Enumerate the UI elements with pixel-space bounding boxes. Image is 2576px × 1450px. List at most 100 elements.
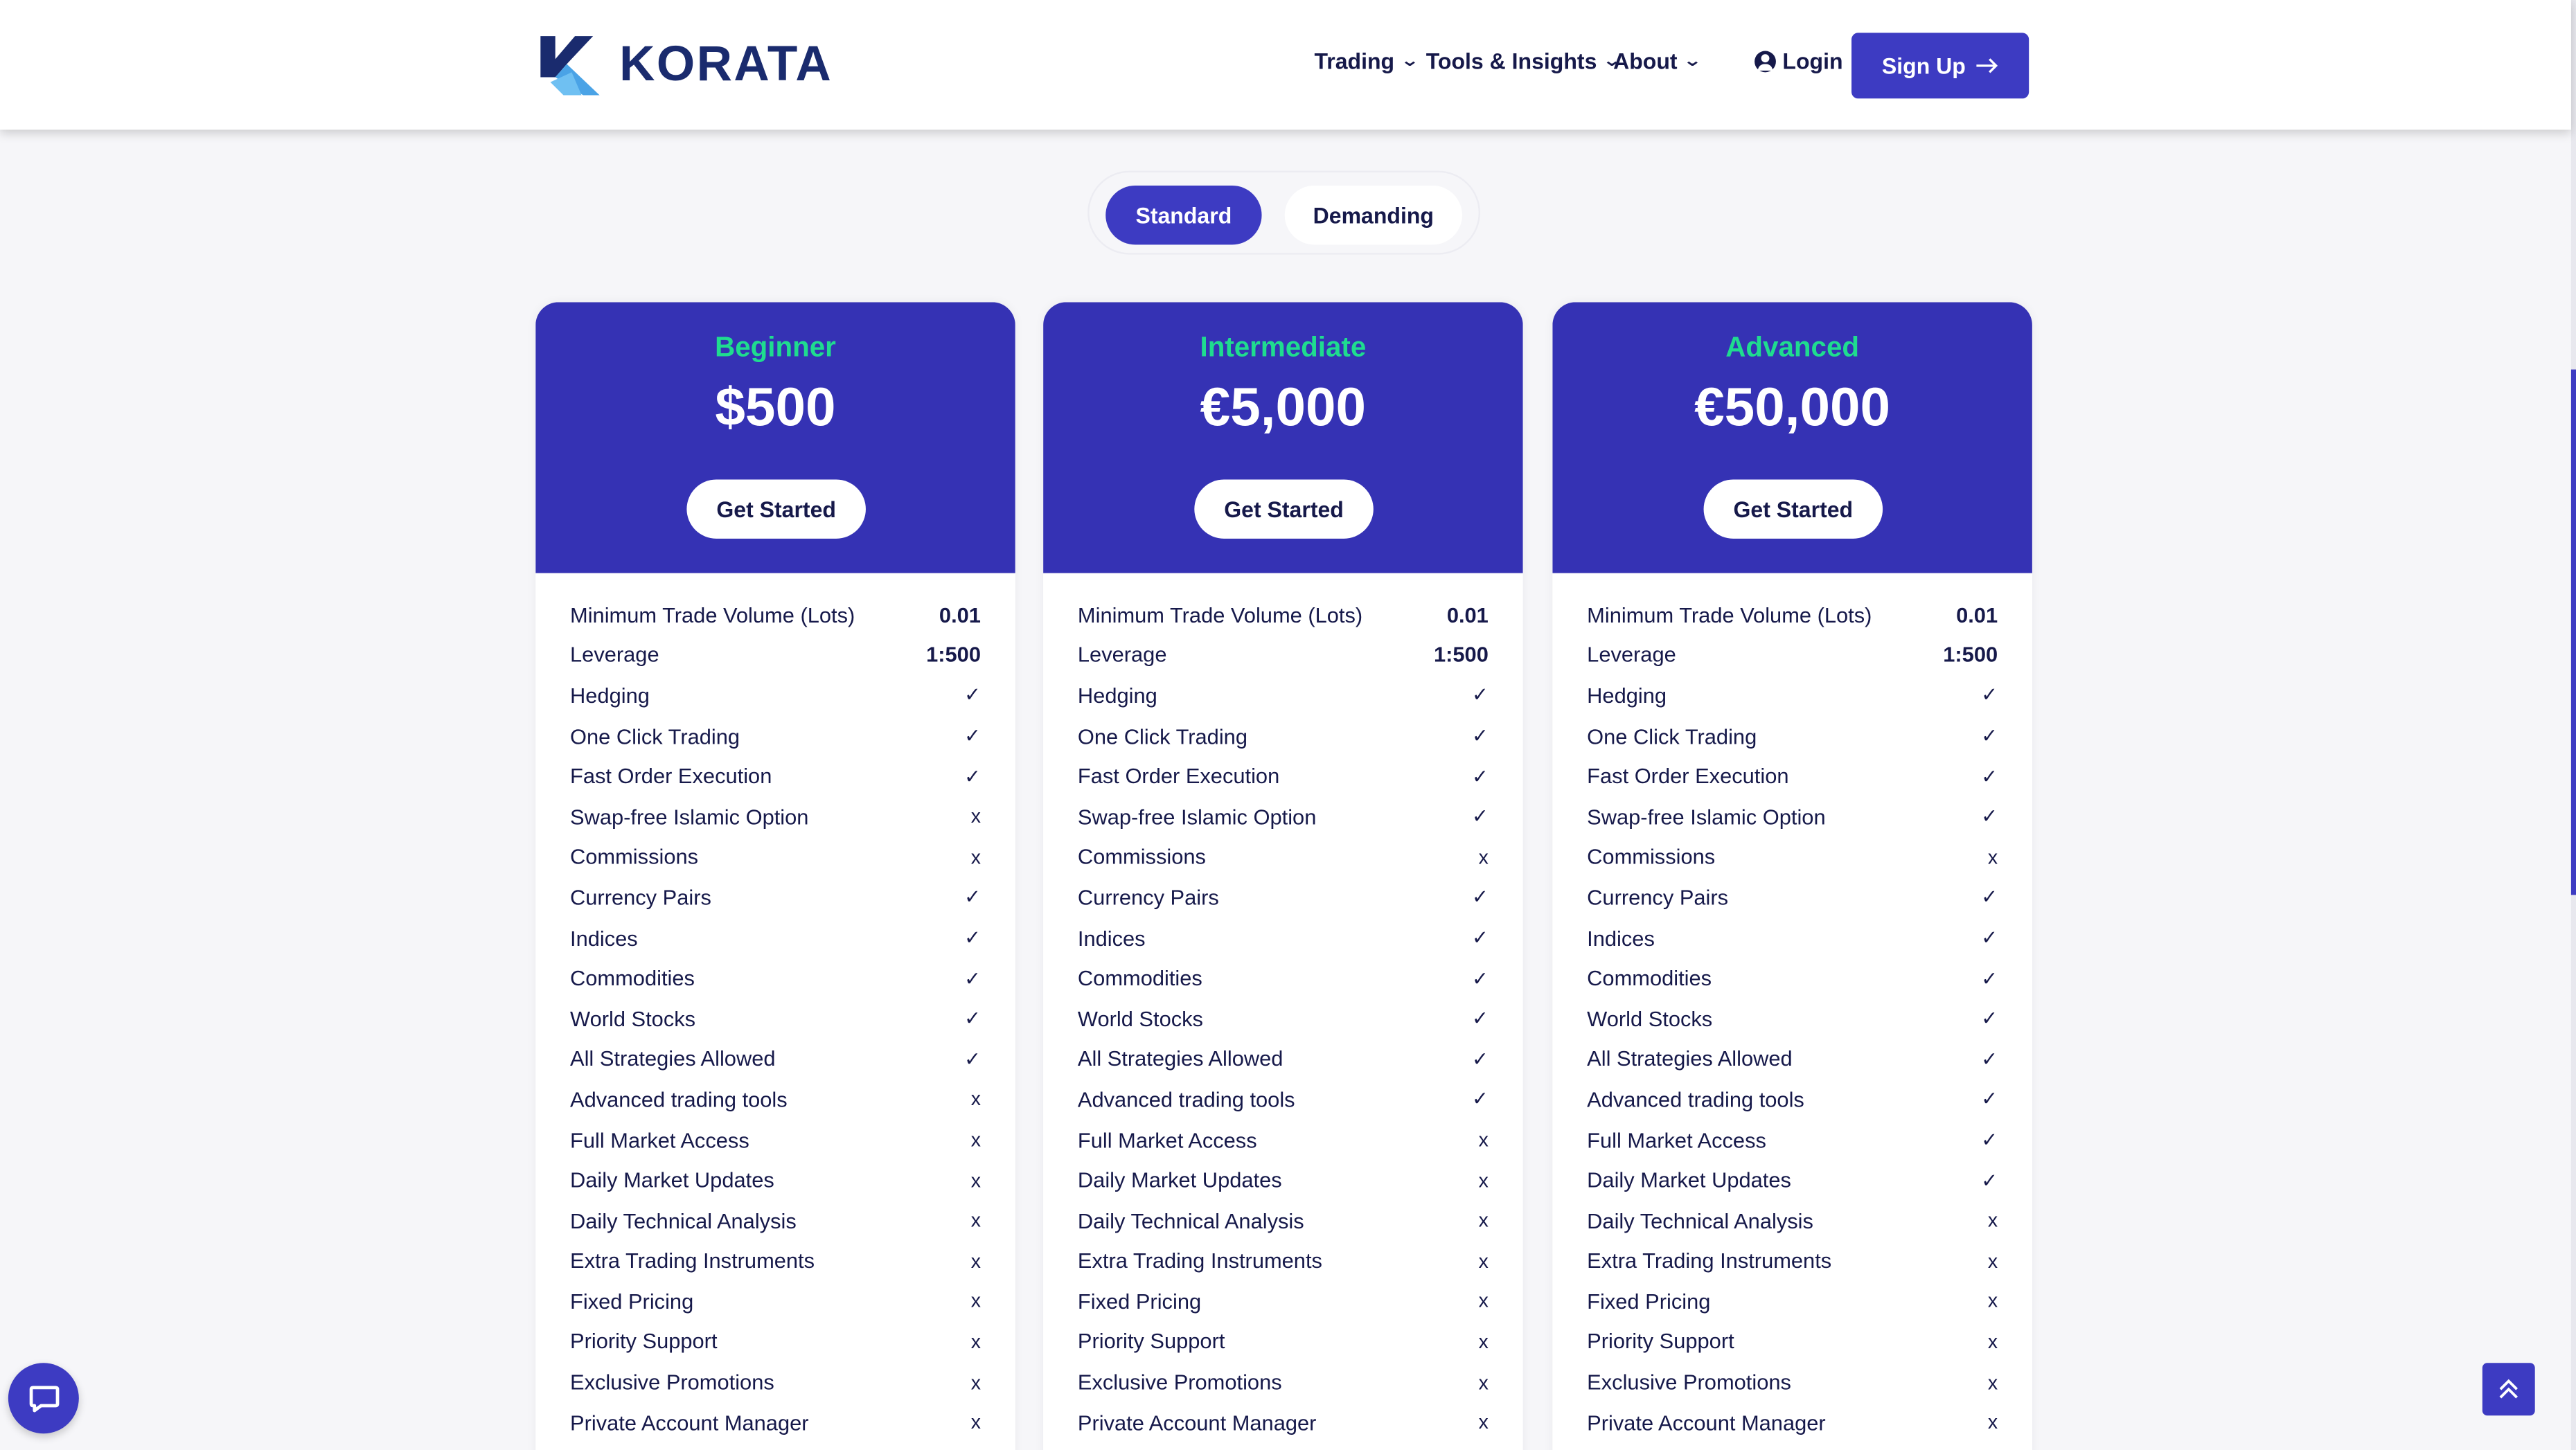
feature-row: Full Market Access ✓ [1587, 1120, 1998, 1160]
feature-row: Leverage 1:500 [570, 635, 981, 675]
feature-label: Full Market Access [1077, 1127, 1257, 1152]
feature-label: One Click Trading [1077, 723, 1247, 749]
feature-row: Advanced trading tools x [570, 1079, 981, 1119]
pricing-card-advanced: Advanced €50,000 Get Started Minimum Trade … [1552, 302, 2032, 1450]
feature-row: Minimum Trade Volume (Lots) 0.01 [1587, 594, 1998, 634]
check-icon: ✓ [1981, 805, 1998, 828]
feature-row: Indices ✓ [1587, 918, 1998, 958]
nav-trading[interactable]: Trading ⌄ [1314, 49, 1419, 74]
toggle-standard[interactable]: Standard [1105, 185, 1262, 245]
feature-label: Daily Market Updates [570, 1167, 774, 1192]
feature-row: Fast Order Execution ✓ [1587, 756, 1998, 796]
feature-row: Indices ✓ [1078, 918, 1489, 958]
cross-icon: x [970, 1330, 981, 1354]
arrow-up-icon [2499, 1379, 2518, 1399]
feature-list: Minimum Trade Volume (Lots) 0.01 Leverage 1… [1587, 594, 1998, 1442]
cross-icon: x [1478, 1168, 1489, 1192]
pricing-card-intermediate: Intermediate €5,000 Get Started Minimum Tra… [1043, 302, 1523, 1450]
feature-row: Private Account Manager x [1587, 1402, 1998, 1442]
feature-label: Exclusive Promotions [1587, 1369, 1791, 1395]
check-icon: ✓ [1471, 1047, 1489, 1071]
get-started-button[interactable]: Get Started [1703, 479, 1883, 539]
brand-logo[interactable]: KORATA [539, 33, 835, 98]
feature-row: Extra Trading Instruments x [1587, 1241, 1998, 1281]
feature-row: Private Account Manager x [1078, 1402, 1489, 1442]
feature-row: Fixed Pricing x [570, 1281, 981, 1321]
cross-icon: x [970, 1168, 981, 1192]
feature-label: World Stocks [570, 1006, 696, 1031]
sign-up-button[interactable]: Sign Up [1851, 33, 2029, 99]
feature-label: Daily Technical Analysis [1077, 1208, 1304, 1233]
feature-row: World Stocks ✓ [570, 999, 981, 1039]
feature-row: Extra Trading Instruments x [1078, 1241, 1489, 1281]
feature-label: Commissions [1077, 844, 1206, 870]
feature-value: 1:500 [1433, 643, 1489, 668]
check-icon: ✓ [1471, 683, 1489, 707]
nav-trading-label: Trading [1314, 49, 1395, 74]
feature-row: Exclusive Promotions x [1587, 1362, 1998, 1402]
feature-label: Private Account Manager [1077, 1410, 1317, 1435]
check-icon: ✓ [1981, 724, 1998, 748]
feature-label: Swap-free Islamic Option [1077, 804, 1317, 830]
chat-button[interactable] [8, 1363, 79, 1434]
feature-label: Indices [570, 925, 638, 951]
feature-label: Commodities [570, 965, 695, 991]
login-label: Login [1782, 49, 1843, 74]
feature-row: Commissions x [1078, 836, 1489, 877]
scroll-to-top-button[interactable] [2482, 1363, 2535, 1416]
card-header: Intermediate €5,000 Get Started [1043, 302, 1523, 573]
feature-row: All Strategies Allowed ✓ [1587, 1039, 1998, 1079]
check-icon: ✓ [964, 724, 981, 748]
feature-row: Minimum Trade Volume (Lots) 0.01 [570, 594, 981, 634]
feature-row: Priority Support x [1587, 1321, 1998, 1361]
feature-row: Daily Market Updates x [570, 1160, 981, 1200]
feature-label: Advanced trading tools [1587, 1086, 1804, 1112]
check-icon: ✓ [1981, 1087, 1998, 1111]
cross-icon: x [1478, 1411, 1489, 1434]
feature-row: Priority Support x [1078, 1321, 1489, 1361]
feature-label: Commissions [1587, 844, 1716, 870]
toggle-demanding[interactable]: Demanding [1284, 185, 1462, 245]
feature-row: Commissions x [1587, 836, 1998, 877]
login-link[interactable]: Login [1755, 49, 1843, 74]
feature-row: Daily Technical Analysis x [1078, 1200, 1489, 1240]
feature-row: Commodities ✓ [570, 958, 981, 998]
feature-list: Minimum Trade Volume (Lots) 0.01 Leverage 1… [570, 594, 981, 1442]
plan-type-toggle: Standard Demanding [1087, 170, 1481, 255]
feature-label: Fast Order Execution [1587, 764, 1789, 789]
arrow-right-icon [1975, 58, 1997, 73]
feature-label: Fixed Pricing [1587, 1289, 1711, 1314]
cross-icon: x [1987, 1370, 1998, 1394]
check-icon: ✓ [1471, 724, 1489, 748]
korata-logo-icon [540, 36, 600, 96]
feature-row: Private Account Manager x [570, 1402, 981, 1442]
feature-row: Minimum Trade Volume (Lots) 0.01 [1078, 594, 1489, 634]
check-icon: ✓ [1981, 683, 1998, 707]
get-started-button[interactable]: Get Started [686, 479, 866, 539]
feature-label: Daily Technical Analysis [570, 1208, 797, 1233]
plan-tier: Beginner [715, 332, 836, 364]
feature-label: Priority Support [570, 1329, 718, 1354]
get-started-button[interactable]: Get Started [1194, 479, 1374, 539]
feature-row: World Stocks ✓ [1587, 999, 1998, 1039]
feature-label: Full Market Access [1587, 1127, 1766, 1152]
feature-label: Swap-free Islamic Option [570, 804, 809, 830]
feature-label: Minimum Trade Volume (Lots) [570, 602, 855, 627]
cross-icon: x [1987, 1208, 1998, 1233]
feature-label: Minimum Trade Volume (Lots) [1077, 602, 1363, 627]
user-icon [1755, 51, 1776, 73]
feature-label: Fixed Pricing [1077, 1289, 1202, 1314]
check-icon: ✓ [1471, 1087, 1489, 1111]
feature-label: Daily Market Updates [1077, 1167, 1282, 1192]
feature-label: World Stocks [1587, 1006, 1713, 1031]
plan-tier: Advanced [1725, 332, 1859, 364]
nav-tools-insights[interactable]: Tools & Insights ⌄ [1426, 49, 1622, 74]
check-icon: ✓ [1471, 926, 1489, 949]
chevron-down-icon: ⌄ [1399, 52, 1419, 71]
feature-label: Priority Support [1077, 1329, 1225, 1354]
scrollbar-thumb[interactable] [2570, 369, 2576, 895]
nav-about[interactable]: About ⌄ [1613, 49, 1702, 74]
feature-label: One Click Trading [570, 723, 740, 749]
feature-row: Daily Technical Analysis x [570, 1200, 981, 1240]
check-icon: ✓ [964, 683, 981, 707]
